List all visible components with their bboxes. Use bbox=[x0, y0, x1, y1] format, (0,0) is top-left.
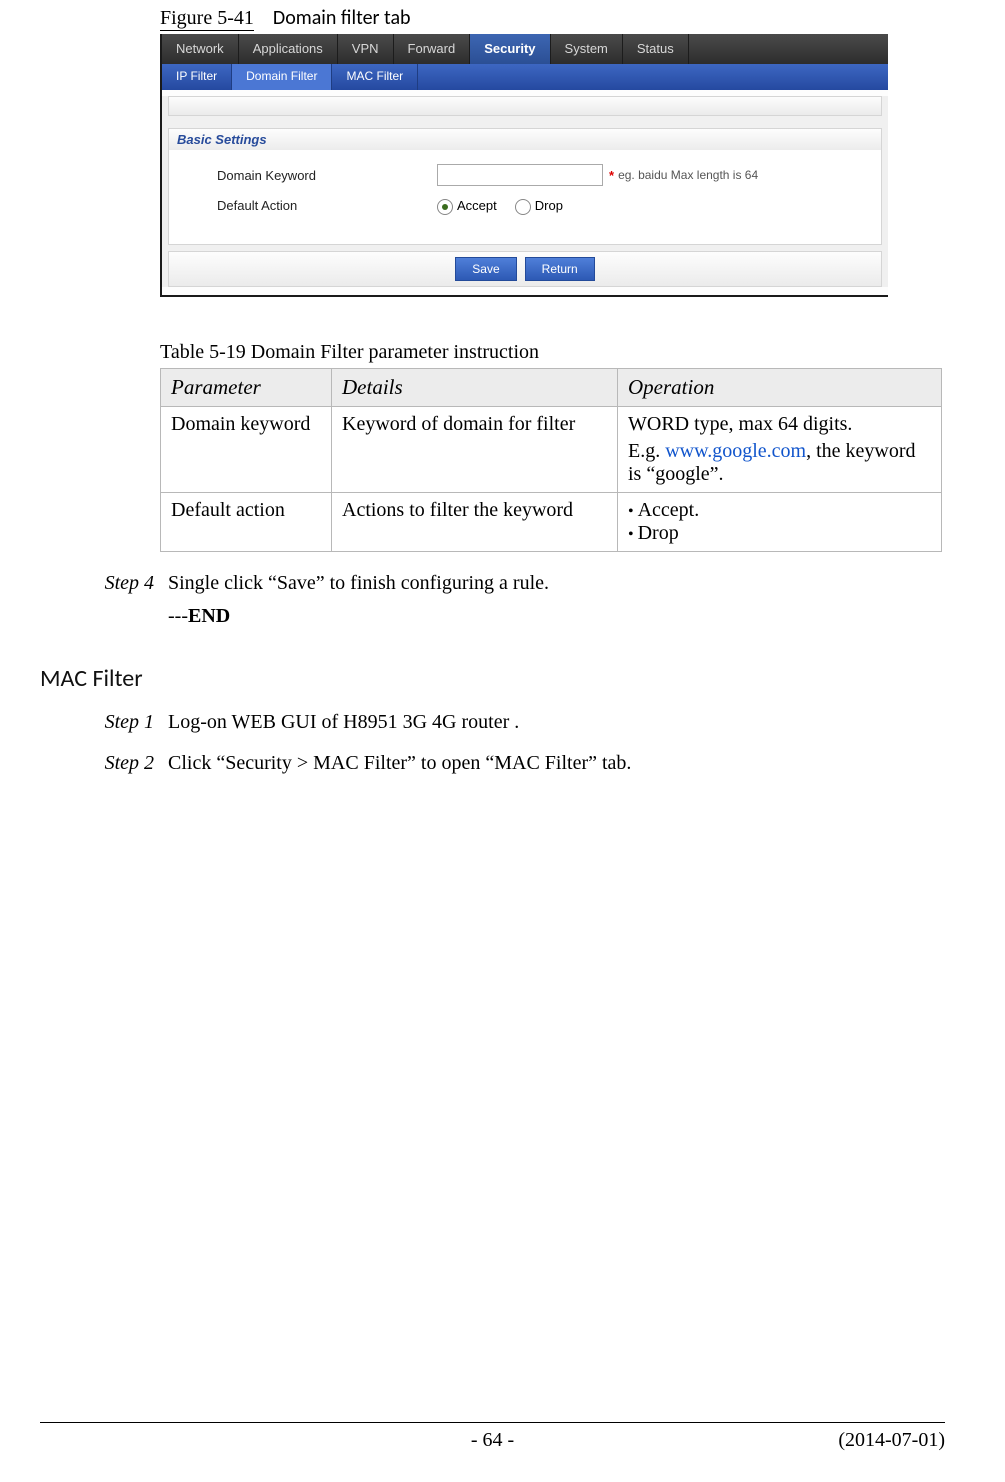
default-action-label: Default Action bbox=[187, 198, 437, 213]
tab-vpn[interactable]: VPN bbox=[338, 34, 394, 64]
step-4-text: Single click “Save” to finish configurin… bbox=[168, 572, 945, 595]
top-bar bbox=[168, 96, 882, 116]
tab-security[interactable]: Security bbox=[470, 34, 550, 64]
table-caption: Table 5-19 Domain Filter parameter instr… bbox=[160, 341, 945, 364]
figure-caption: Figure 5-41 Domain filter tab bbox=[160, 6, 945, 30]
cell-operation: Accept. Drop bbox=[618, 493, 942, 552]
domain-keyword-input[interactable] bbox=[437, 164, 603, 186]
bullet-accept: Accept. bbox=[628, 499, 931, 522]
cell-parameter: Default action bbox=[161, 493, 332, 552]
bullet-drop: Drop bbox=[628, 522, 931, 545]
parameter-table: Parameter Details Operation Domain keywo… bbox=[160, 368, 942, 552]
basic-settings-panel: Basic Settings Domain Keyword * eg. baid… bbox=[168, 128, 882, 245]
cell-parameter: Domain keyword bbox=[161, 407, 332, 493]
example-link[interactable]: www.google.com bbox=[665, 440, 806, 462]
figure-number: Figure 5-41 bbox=[160, 7, 254, 31]
table-row: Default action Actions to filter the key… bbox=[161, 493, 942, 552]
subtab-domain-filter[interactable]: Domain Filter bbox=[232, 64, 332, 90]
op-line-1: WORD type, max 64 digits. bbox=[628, 413, 931, 436]
th-details: Details bbox=[332, 369, 618, 407]
cell-operation: WORD type, max 64 digits. E.g. www.googl… bbox=[618, 407, 942, 493]
tab-status[interactable]: Status bbox=[623, 34, 689, 64]
tab-applications[interactable]: Applications bbox=[239, 34, 338, 64]
domain-filter-screenshot: Network Applications VPN Forward Securit… bbox=[160, 34, 888, 297]
figure-title: Domain filter tab bbox=[273, 6, 411, 30]
save-button[interactable]: Save bbox=[455, 257, 516, 281]
tab-network[interactable]: Network bbox=[162, 34, 239, 64]
footer-date: (2014-07-01) bbox=[838, 1429, 945, 1452]
subtab-ip-filter[interactable]: IP Filter bbox=[162, 64, 232, 90]
step-4-row: Step 4 Single click “Save” to finish con… bbox=[40, 572, 945, 595]
step-2-text: Click “Security > MAC Filter” to open “M… bbox=[168, 752, 945, 775]
step-1-row: Step 1 Log-on WEB GUI of H8951 3G 4G rou… bbox=[40, 711, 945, 734]
step-4-label: Step 4 bbox=[40, 572, 168, 595]
table-row: Domain keyword Keyword of domain for fil… bbox=[161, 407, 942, 493]
radio-drop[interactable] bbox=[515, 199, 531, 215]
radio-accept-label: Accept bbox=[457, 198, 497, 213]
radio-drop-label: Drop bbox=[535, 198, 563, 213]
page-number: - 64 - bbox=[471, 1429, 514, 1452]
panel-title: Basic Settings bbox=[169, 129, 881, 150]
tab-system[interactable]: System bbox=[551, 34, 623, 64]
th-operation: Operation bbox=[618, 369, 942, 407]
op-line-2: E.g. www.google.com, the keyword is “goo… bbox=[628, 440, 931, 486]
domain-keyword-hint: eg. baidu Max length is 64 bbox=[618, 168, 758, 182]
page-footer: - 64 - (2014-07-01) bbox=[40, 1422, 945, 1452]
step-1-text: Log-on WEB GUI of H8951 3G 4G router . bbox=[168, 711, 945, 734]
step-2-row: Step 2 Click “Security > MAC Filter” to … bbox=[40, 752, 945, 775]
sub-tab-bar: IP Filter Domain Filter MAC Filter bbox=[162, 64, 888, 90]
button-bar: Save Return bbox=[168, 251, 882, 287]
section-heading-mac-filter: MAC Filter bbox=[40, 664, 945, 693]
subtab-mac-filter[interactable]: MAC Filter bbox=[332, 64, 418, 90]
end-bold: END bbox=[188, 605, 230, 627]
th-parameter: Parameter bbox=[161, 369, 332, 407]
return-button[interactable]: Return bbox=[525, 257, 595, 281]
tab-forward[interactable]: Forward bbox=[394, 34, 471, 64]
required-star-icon: * bbox=[609, 168, 614, 183]
main-tab-bar: Network Applications VPN Forward Securit… bbox=[162, 34, 888, 64]
cell-details: Keyword of domain for filter bbox=[332, 407, 618, 493]
step-1-label: Step 1 bbox=[40, 711, 168, 734]
step-2-label: Step 2 bbox=[40, 752, 168, 775]
cell-details: Actions to filter the keyword bbox=[332, 493, 618, 552]
end-marker: ---END bbox=[168, 605, 945, 628]
radio-accept[interactable] bbox=[437, 199, 453, 215]
domain-keyword-label: Domain Keyword bbox=[187, 168, 437, 183]
